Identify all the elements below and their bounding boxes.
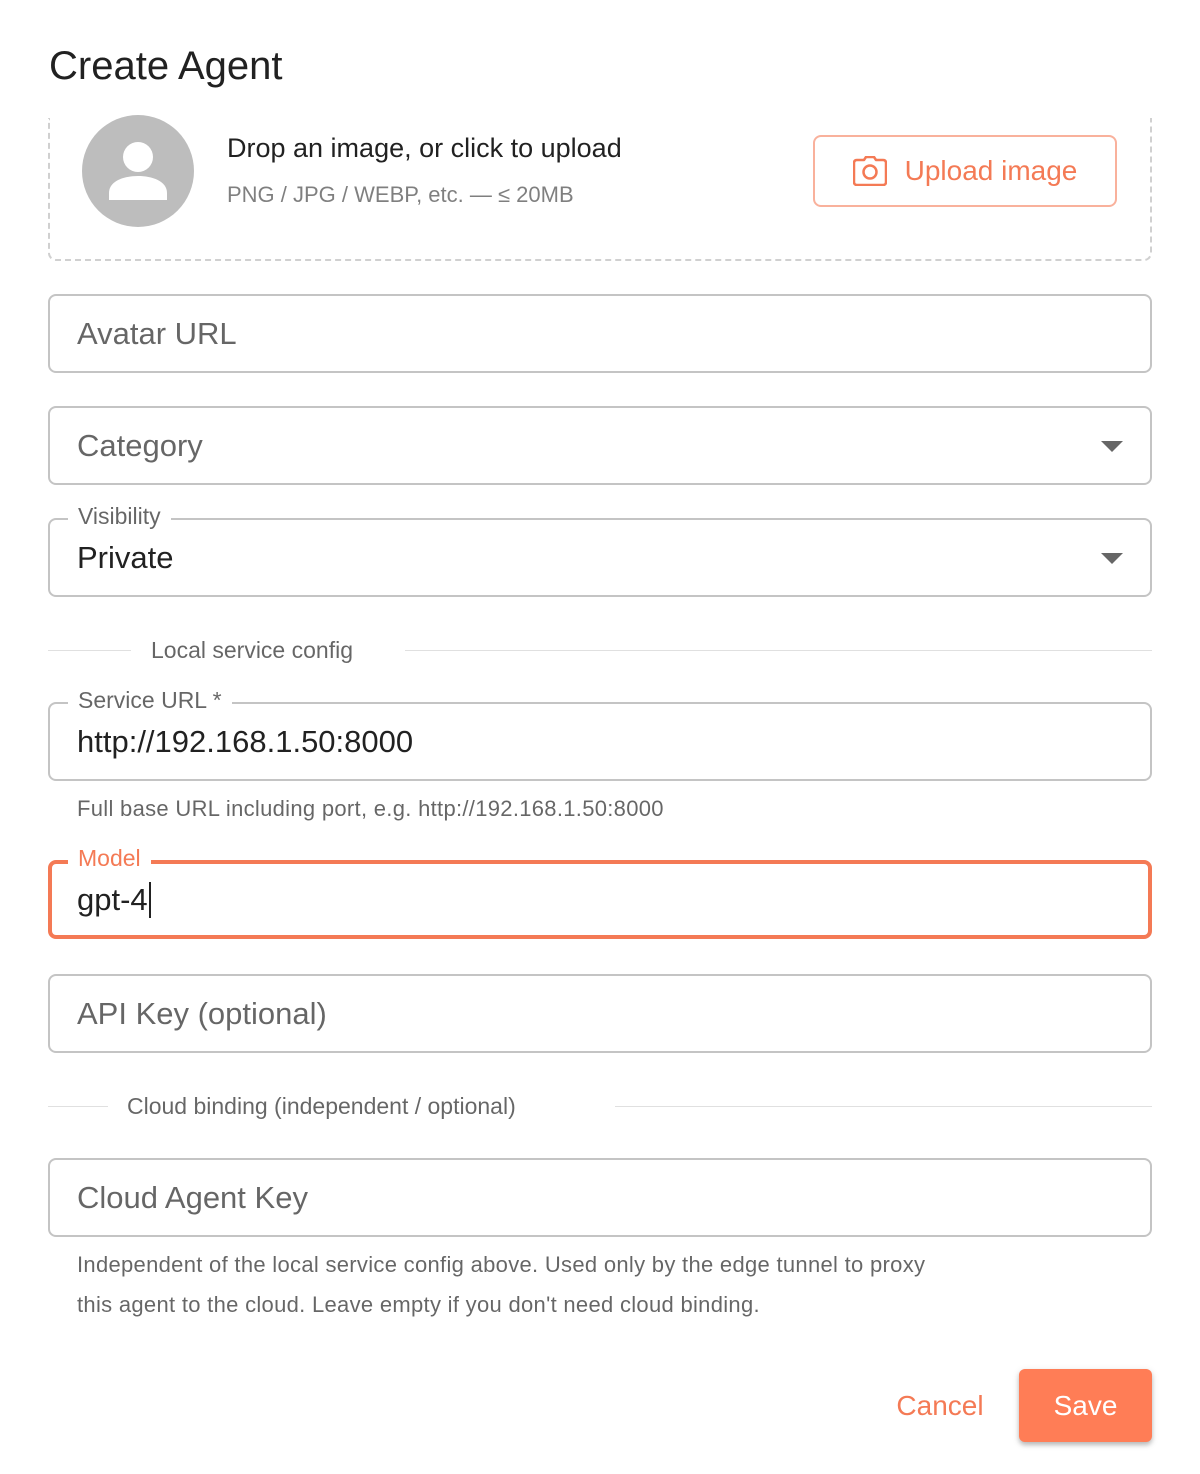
avatar-url-input[interactable]: Avatar URL [48,294,1152,373]
section-divider-cloud: Cloud binding (independent / optional) [48,1091,1152,1121]
service-url-input[interactable]: Service URL * http://192.168.1.50:8000 [48,685,1152,781]
cloud-agent-key-input[interactable]: Cloud Agent Key [48,1158,1152,1237]
category-placeholder: Category [77,427,203,463]
cloud-agent-key-placeholder: Cloud Agent Key [77,1179,308,1215]
visibility-value: Private [77,539,174,575]
dropdown-arrow-icon [1101,440,1123,452]
api-key-placeholder: API Key (optional) [77,995,327,1031]
cancel-button[interactable]: Cancel [876,1370,1004,1442]
api-key-input[interactable]: API Key (optional) [48,974,1152,1053]
visibility-select[interactable]: Visibility Private [48,501,1152,597]
cloud-agent-key-helper-line1: Independent of the local service config … [77,1252,926,1277]
cloud-agent-key-helper-line2: this agent to the cloud. Leave empty if … [77,1292,760,1317]
model-value-wrap: gpt-4 [77,864,151,935]
category-select[interactable]: Category [48,406,1152,485]
service-url-helper: Full base URL including port, e.g. http:… [77,796,664,821]
dropzone-title: Drop an image, or click to upload [227,133,622,163]
save-button[interactable]: Save [1019,1369,1152,1442]
upload-image-button[interactable]: Upload image [813,135,1117,207]
model-value: gpt-4 [77,881,148,917]
text-caret [148,881,151,918]
dialog-title: Create Agent [49,44,283,88]
section-divider-local: Local service config [48,635,1152,665]
upload-image-label: Upload image [904,155,1078,186]
section-title-local: Local service config [151,637,353,663]
avatar-placeholder [82,115,194,227]
dropdown-arrow-icon [1101,552,1123,564]
service-url-value: http://192.168.1.50:8000 [77,723,414,759]
avatar-url-placeholder: Avatar URL [77,315,237,351]
camera-icon [852,156,887,186]
section-title-cloud: Cloud binding (independent / optional) [127,1093,516,1119]
model-input[interactable]: Model gpt-4 [48,843,1152,939]
person-icon [109,142,167,200]
dropzone-hint: PNG / JPG / WEBP, etc. — ≤ 20MB [227,182,574,207]
